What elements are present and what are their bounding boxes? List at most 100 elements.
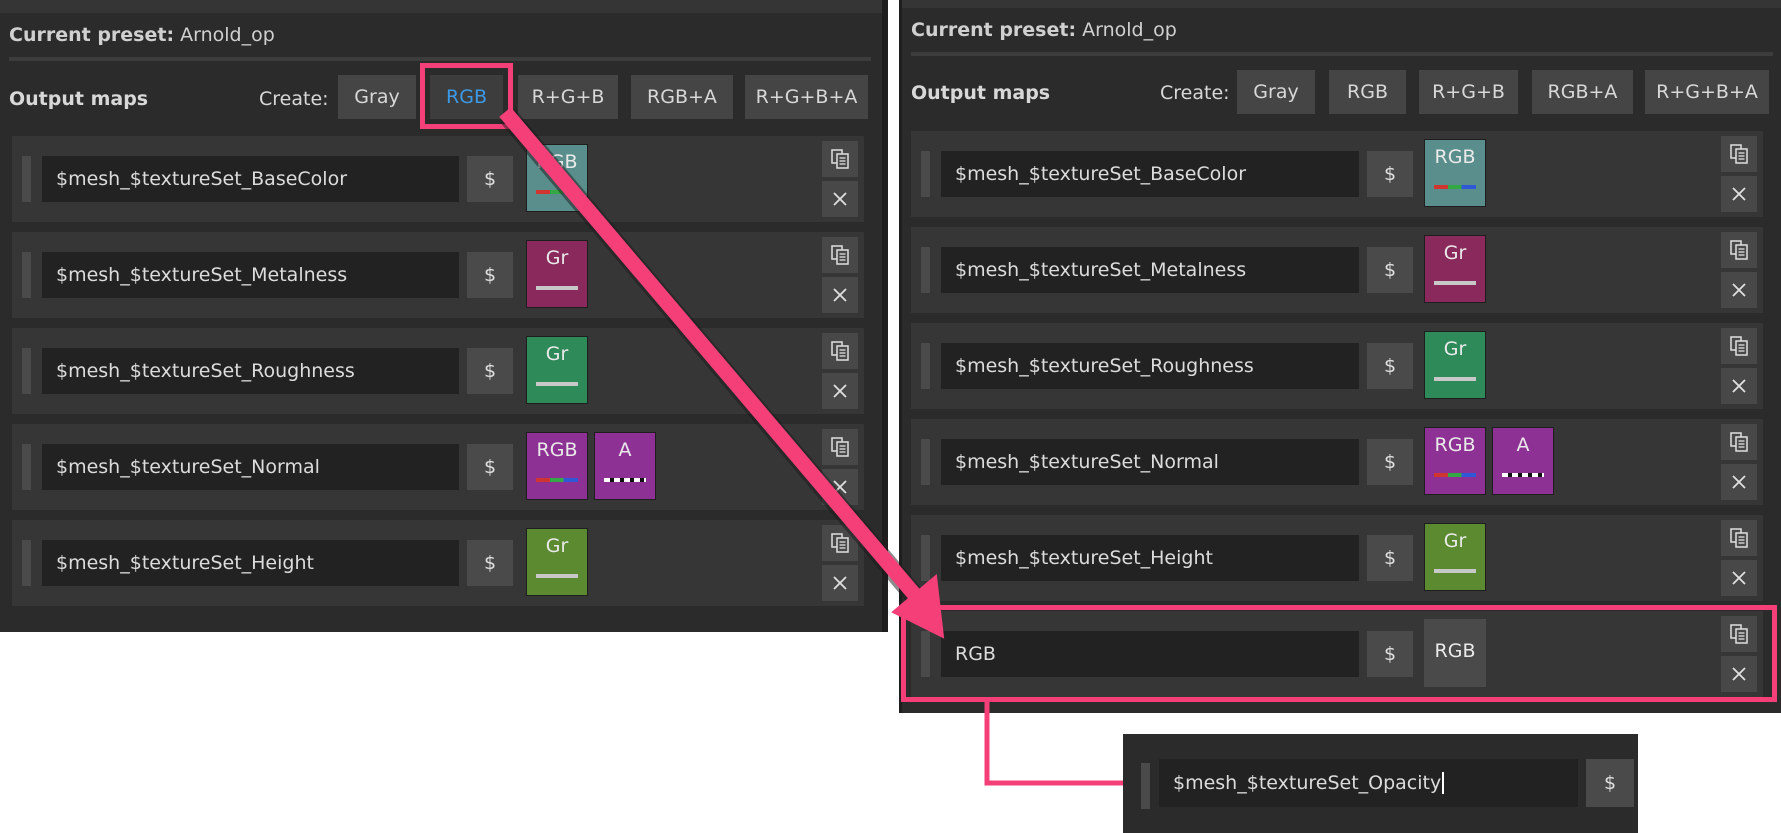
variable-button[interactable]: $ [1367, 343, 1413, 389]
map-name-field[interactable]: $mesh_$textureSet_Height [941, 535, 1359, 581]
map-row-height[interactable]: $mesh_$textureSet_Height $ Gr [12, 520, 864, 606]
variable-button[interactable]: $ [467, 444, 513, 490]
map-name-field[interactable]: $mesh_$textureSet_Roughness [941, 343, 1359, 389]
channel-chip-alpha[interactable]: A [594, 432, 656, 500]
drag-handle[interactable] [921, 439, 930, 485]
map-name-field[interactable]: RGB [941, 631, 1359, 677]
text-caret [1442, 772, 1445, 794]
current-preset: Current preset: Arnold_op [911, 19, 1177, 41]
create-gray-button[interactable]: Gray [338, 75, 416, 119]
drag-handle[interactable] [921, 151, 930, 197]
copy-icon[interactable] [822, 141, 858, 177]
map-name-field[interactable]: $mesh_$textureSet_Height [42, 540, 459, 586]
gray-channel-bar [536, 382, 578, 386]
drag-handle[interactable] [921, 247, 930, 293]
channel-chip-alpha[interactable]: A [1492, 427, 1554, 495]
map-name-field[interactable]: $mesh_$textureSet_Roughness [42, 348, 459, 394]
map-row-roughness[interactable]: $mesh_$textureSet_Roughness $ Gr [911, 323, 1763, 409]
map-name-field[interactable]: $mesh_$textureSet_Normal [42, 444, 459, 490]
variable-button[interactable]: $ [1367, 247, 1413, 293]
create-rgb-a-button[interactable]: RGB+A [631, 75, 733, 119]
variable-button[interactable]: $ [1367, 151, 1413, 197]
copy-icon[interactable] [1721, 424, 1757, 460]
copy-icon[interactable] [1721, 328, 1757, 364]
copy-icon[interactable] [822, 333, 858, 369]
variable-button[interactable]: $ [1367, 631, 1413, 677]
map-name-field-editing[interactable]: $mesh_$textureSet_Opacity [1159, 759, 1578, 807]
copy-icon[interactable] [822, 429, 858, 465]
variable-button[interactable]: $ [467, 252, 513, 298]
map-name-field[interactable]: $mesh_$textureSet_Metalness [941, 247, 1359, 293]
map-row-normal[interactable]: $mesh_$textureSet_Normal $ RGB A [12, 424, 864, 510]
channel-chip-gray[interactable]: Gr [1424, 523, 1486, 591]
chip-label: Gr [545, 343, 569, 365]
channel-chip-rgb[interactable]: RGB [526, 432, 588, 500]
create-r-g-b-a-button[interactable]: R+G+B+A [745, 75, 868, 119]
channel-chip-gray[interactable]: Gr [1424, 235, 1486, 303]
close-icon[interactable] [1721, 464, 1757, 500]
map-row-new-rgb[interactable]: RGB $ RGB [911, 611, 1763, 697]
map-row-roughness[interactable]: $mesh_$textureSet_Roughness $ Gr [12, 328, 864, 414]
drag-handle[interactable] [22, 540, 31, 586]
create-rgb-a-button[interactable]: RGB+A [1532, 70, 1633, 114]
variable-button[interactable]: $ [1586, 759, 1634, 807]
chip-label: RGB [1434, 146, 1476, 168]
close-icon[interactable] [1721, 656, 1757, 692]
map-row-basecolor[interactable]: $mesh_$textureSet_BaseColor $ RGB [12, 136, 864, 222]
map-row-height[interactable]: $mesh_$textureSet_Height $ Gr [911, 515, 1763, 601]
channel-chip-gray[interactable]: Gr [1424, 331, 1486, 399]
close-icon[interactable] [1721, 272, 1757, 308]
variable-button[interactable]: $ [467, 156, 513, 202]
drag-handle[interactable] [921, 535, 930, 581]
close-icon[interactable] [822, 469, 858, 505]
channel-chip-gray[interactable]: Gr [526, 528, 588, 596]
map-name-field[interactable]: $mesh_$textureSet_Normal [941, 439, 1359, 485]
drag-handle[interactable] [921, 343, 930, 389]
channel-chip-gray[interactable]: Gr [526, 336, 588, 404]
create-rgb-button[interactable]: RGB [430, 75, 503, 119]
drag-handle[interactable] [1141, 763, 1150, 809]
right-panel-after: Current preset: Arnold_op Output maps Cr… [899, 0, 1781, 713]
variable-button[interactable]: $ [467, 348, 513, 394]
copy-icon[interactable] [1721, 136, 1757, 172]
channel-chip-rgb-empty[interactable]: RGB [1424, 619, 1486, 687]
channel-chip-rgb[interactable]: RGB [1424, 427, 1486, 495]
close-icon[interactable] [822, 277, 858, 313]
gray-channel-bar [536, 286, 578, 290]
create-r-g-b-button[interactable]: R+G+B [1419, 70, 1518, 114]
map-row-metalness[interactable]: $mesh_$textureSet_Metalness $ Gr [911, 227, 1763, 313]
variable-button[interactable]: $ [467, 540, 513, 586]
channel-chip-gray[interactable]: Gr [526, 240, 588, 308]
close-icon[interactable] [822, 565, 858, 601]
variable-button[interactable]: $ [1367, 439, 1413, 485]
map-name-field[interactable]: $mesh_$textureSet_BaseColor [941, 151, 1359, 197]
copy-icon[interactable] [1721, 616, 1757, 652]
close-icon[interactable] [1721, 176, 1757, 212]
close-icon[interactable] [1721, 560, 1757, 596]
close-icon[interactable] [1721, 368, 1757, 404]
copy-icon[interactable] [822, 525, 858, 561]
drag-handle[interactable] [22, 156, 31, 202]
map-name-field[interactable]: $mesh_$textureSet_Metalness [42, 252, 459, 298]
close-icon[interactable] [822, 181, 858, 217]
close-icon[interactable] [822, 373, 858, 409]
copy-icon[interactable] [1721, 232, 1757, 268]
chip-label: RGB [1434, 434, 1476, 456]
map-row-metalness[interactable]: $mesh_$textureSet_Metalness $ Gr [12, 232, 864, 318]
channel-chip-rgb[interactable]: RGB [526, 144, 588, 212]
drag-handle[interactable] [22, 252, 31, 298]
copy-icon[interactable] [1721, 520, 1757, 556]
drag-handle[interactable] [921, 631, 930, 677]
create-rgb-button[interactable]: RGB [1329, 70, 1406, 114]
channel-chip-rgb[interactable]: RGB [1424, 139, 1486, 207]
variable-button[interactable]: $ [1367, 535, 1413, 581]
map-row-normal[interactable]: $mesh_$textureSet_Normal $ RGB A [911, 419, 1763, 505]
copy-icon[interactable] [822, 237, 858, 273]
create-r-g-b-a-button[interactable]: R+G+B+A [1645, 70, 1769, 114]
drag-handle[interactable] [22, 444, 31, 490]
map-row-basecolor[interactable]: $mesh_$textureSet_BaseColor $ RGB [911, 131, 1763, 217]
drag-handle[interactable] [22, 348, 31, 394]
map-name-field[interactable]: $mesh_$textureSet_BaseColor [42, 156, 459, 202]
create-r-g-b-button[interactable]: R+G+B [518, 75, 618, 119]
create-gray-button[interactable]: Gray [1237, 70, 1315, 114]
